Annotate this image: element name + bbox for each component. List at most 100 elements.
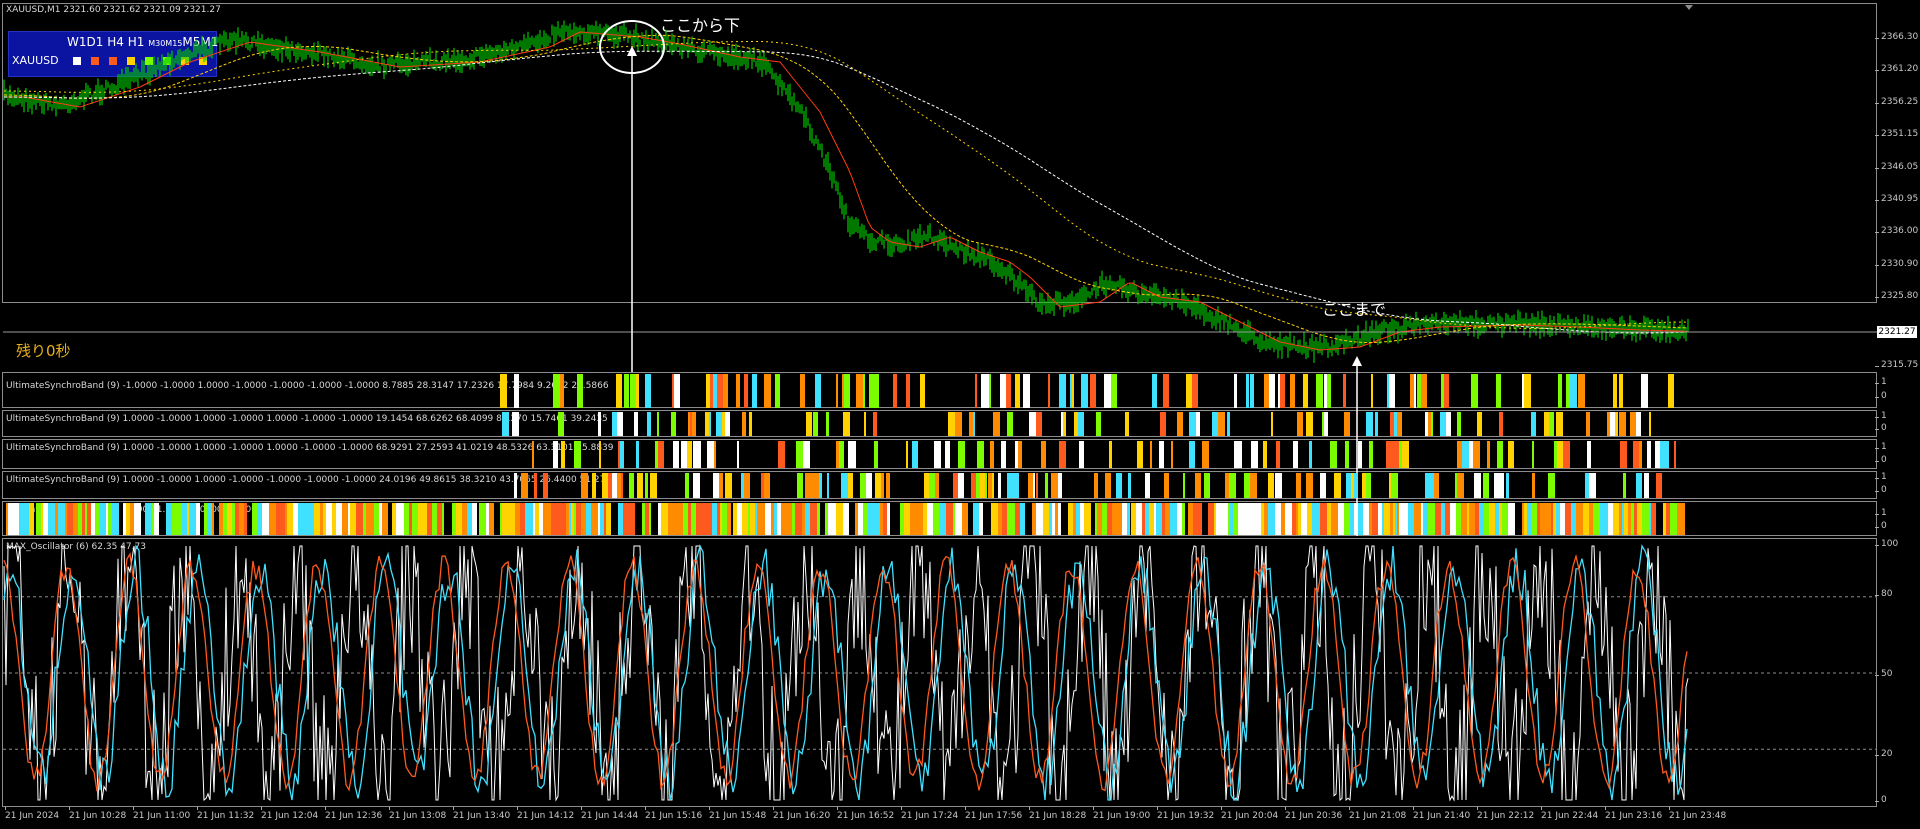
band-bar: [244, 503, 247, 535]
band-bar: [802, 503, 805, 535]
band-bar: [1600, 503, 1605, 535]
band-bar: [1532, 441, 1534, 468]
band-bar: [1204, 473, 1210, 498]
band-bar: [645, 473, 648, 498]
band-bar: [668, 503, 670, 535]
band-bar: [1566, 374, 1570, 408]
band-bar: [1236, 441, 1242, 468]
band-bar: [1554, 441, 1557, 468]
band-bar: [1235, 503, 1238, 535]
band-bar: [1384, 503, 1390, 535]
band-bar: [630, 374, 636, 408]
band-bar: [836, 441, 839, 468]
band-bar: [41, 503, 43, 535]
band-bar: [670, 503, 676, 535]
band-bar: [690, 412, 692, 436]
band-bar: [825, 503, 828, 535]
band-bar: [500, 374, 507, 408]
band-bar: [955, 503, 962, 535]
band-bar: [707, 441, 714, 468]
band-bar: [1122, 503, 1127, 535]
band-bar: [1214, 503, 1216, 535]
band-bar: [235, 503, 239, 535]
band-bar: [166, 503, 172, 535]
band-bar: [354, 503, 356, 535]
band-bar: [502, 503, 508, 535]
band-bar: [591, 503, 598, 535]
band-bar: [396, 503, 399, 535]
band-bar: [910, 503, 916, 535]
band-bar: [1531, 503, 1535, 535]
band-bar: [283, 503, 285, 535]
band-bar: [800, 374, 805, 408]
band-bar: [1327, 374, 1331, 408]
band-bar: [154, 503, 159, 535]
band-bar: [933, 503, 939, 535]
band-bar: [1309, 441, 1312, 468]
band-bar: [1096, 412, 1101, 436]
band-bar: [929, 473, 935, 498]
band-bar: [742, 503, 748, 535]
band-bar: [624, 374, 629, 408]
band-bar: [1674, 441, 1676, 468]
band-bar: [599, 441, 601, 468]
band-bar: [1589, 503, 1593, 535]
band-bar: [1001, 441, 1006, 468]
band-bar: [1358, 503, 1363, 535]
band-bar: [85, 503, 87, 535]
band-bar: [1565, 503, 1571, 535]
band-bar: [1535, 503, 1537, 535]
band-bar: [1248, 473, 1250, 498]
band-bar: [1391, 473, 1398, 498]
band-bar: [1183, 473, 1185, 498]
band-bar: [608, 473, 612, 498]
band-bar: [232, 503, 235, 535]
band-bar: [219, 503, 223, 535]
band-bar: [1327, 503, 1331, 535]
band-bar: [1015, 441, 1018, 468]
band-bar: [1128, 473, 1131, 498]
band-bar: [1475, 503, 1479, 535]
band-bar: [649, 503, 651, 535]
band-bar: [1233, 503, 1235, 535]
band-bar: [1094, 473, 1098, 498]
band-bar: [725, 412, 730, 436]
band-bar: [1444, 374, 1449, 408]
band-bar: [1634, 503, 1637, 535]
band-bar: [869, 374, 872, 408]
band-bar: [778, 441, 785, 468]
band-bar: [1397, 412, 1402, 436]
band-bar: [883, 503, 887, 535]
band-bar: [1032, 503, 1036, 535]
band-bar: [1345, 441, 1349, 468]
band-bar: [1189, 412, 1196, 436]
band-bar: [252, 503, 257, 535]
band-bar: [1162, 503, 1165, 535]
band-bar: [1312, 503, 1314, 535]
band-bar: [1296, 473, 1301, 498]
band-bar: [1013, 503, 1015, 535]
band-bar: [1343, 374, 1346, 408]
band-bar: [1007, 503, 1013, 535]
band-bar: [705, 412, 709, 436]
band-bar: [1059, 374, 1066, 408]
band-bar: [1029, 412, 1036, 436]
band-bar: [1280, 374, 1285, 408]
band-bar: [1036, 473, 1038, 498]
band-bar: [1389, 473, 1391, 498]
band-bar: [1425, 473, 1429, 498]
band-bar: [720, 503, 722, 535]
band-bar: [634, 412, 638, 436]
band-bar: [1537, 503, 1540, 535]
band-bar: [134, 503, 141, 535]
band-bar: [774, 503, 777, 535]
band-bar: [1059, 441, 1066, 468]
band-bar: [1251, 441, 1258, 468]
band-bar: [797, 473, 803, 498]
band-bar: [533, 503, 535, 535]
band-bar: [1275, 503, 1281, 535]
band-bar: [713, 374, 717, 408]
band-bar: [561, 503, 566, 535]
band-bar: [676, 503, 683, 535]
band-bar: [702, 503, 708, 535]
